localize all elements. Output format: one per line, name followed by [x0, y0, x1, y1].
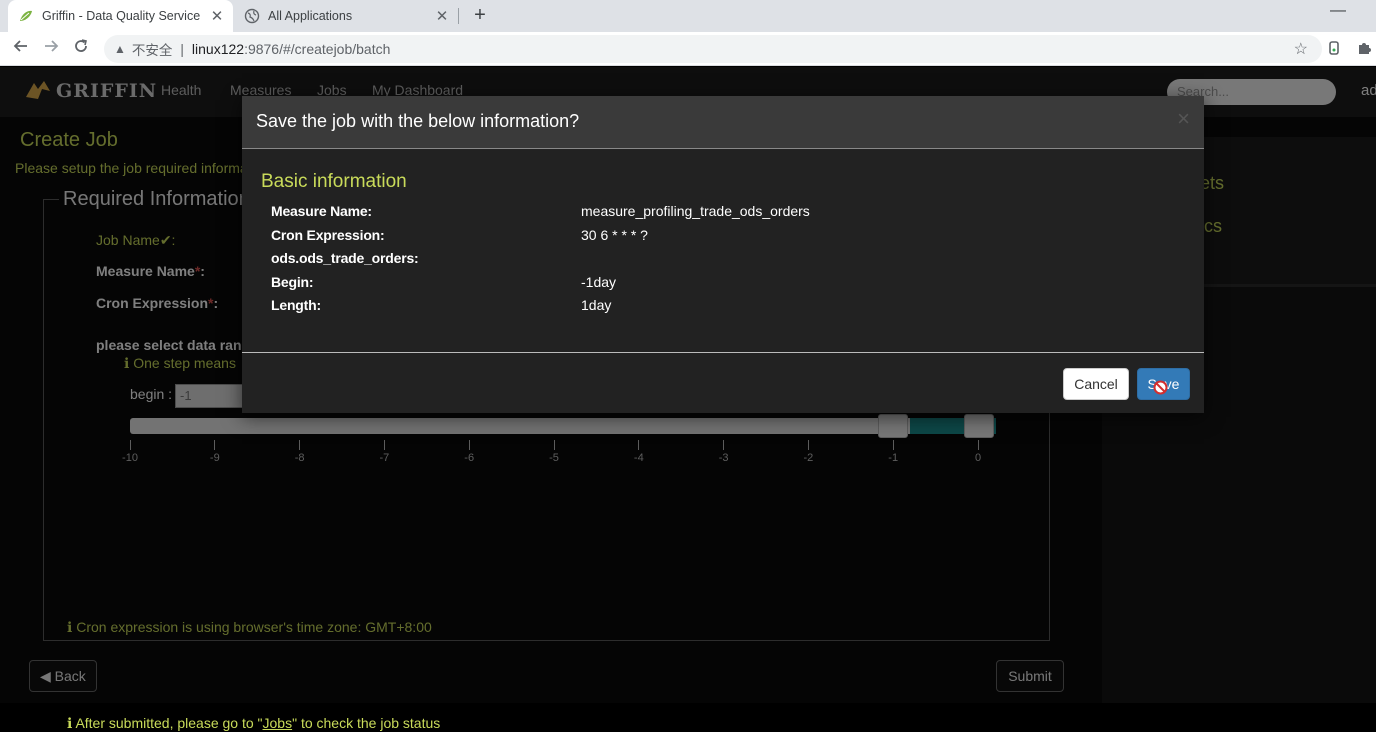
reload-icon[interactable]	[70, 38, 92, 60]
address-bar[interactable]: ▲ 不安全 | linux122 :9876/#/createjob/batch…	[104, 35, 1322, 63]
warning-icon[interactable]: ▲	[114, 42, 126, 56]
info-icon: ℹ	[67, 715, 76, 731]
url-host: linux122	[191, 41, 245, 57]
info-value: measure_profiling_trade_ods_orders	[581, 203, 810, 219]
cancel-button[interactable]: Cancel	[1063, 368, 1129, 400]
extension-icon[interactable]	[1326, 40, 1342, 60]
submit-hint-suffix: " to check the job status	[292, 715, 441, 731]
info-value: -1day	[581, 274, 617, 290]
insecure-label: 不安全	[131, 43, 173, 58]
modal-body: Basic information Measure Name: measure_…	[242, 150, 1204, 352]
tab-title: All Applications	[268, 9, 353, 23]
basic-info-heading: Basic information	[261, 171, 407, 192]
info-row-begin: Begin: -1day	[271, 274, 1171, 294]
close-icon[interactable]: ×	[1177, 108, 1190, 130]
info-value: 30 6 * * * ?	[581, 227, 648, 243]
modal-header: Save the job with the below information?…	[242, 96, 1204, 149]
save-job-modal: Save the job with the below information?…	[242, 96, 1204, 413]
modal-title: Save the job with the below information?	[256, 111, 580, 131]
back-arrow-icon[interactable]	[10, 38, 32, 60]
submit-hint: ℹ After submitted, please go to "Jobs" t…	[67, 715, 440, 732]
close-tab-icon[interactable]: ✕	[207, 7, 227, 25]
info-value: 1day	[581, 297, 612, 313]
info-row-cron: Cron Expression: 30 6 * * * ?	[271, 227, 1171, 247]
browser-toolbar: ▲ 不安全 | linux122 :9876/#/createjob/batch…	[0, 32, 1376, 66]
griffin-favicon	[20, 10, 32, 21]
info-key: ods.ods_trade_orders:	[271, 250, 419, 266]
modal-footer: Cancel Save	[242, 352, 1204, 413]
puzzle-icon[interactable]	[1356, 40, 1372, 60]
address-separator: |	[180, 41, 184, 57]
tab-griffin[interactable]: Griffin - Data Quality Service ✕	[8, 0, 233, 32]
not-allowed-cursor-icon	[1153, 380, 1168, 395]
jobs-link[interactable]: Jobs	[263, 715, 293, 731]
info-key: Length:	[271, 297, 321, 313]
new-tab-button[interactable]: +	[470, 4, 490, 26]
star-icon[interactable]: ☆	[1294, 39, 1308, 59]
browser-tabstrip: Griffin - Data Quality Service ✕ All App…	[0, 0, 1376, 32]
tab-separator	[458, 8, 459, 24]
info-row-length: Length: 1day	[271, 297, 1171, 317]
info-row-source: ods.ods_trade_orders:	[271, 250, 1171, 270]
info-key: Measure Name:	[271, 203, 372, 219]
tab-title: Griffin - Data Quality Service	[42, 9, 201, 23]
url-path: :9876/#/createjob/batch	[244, 41, 391, 57]
globe-favicon	[244, 8, 260, 24]
info-row-measure-name: Measure Name: measure_profiling_trade_od…	[271, 203, 1171, 223]
info-key: Cron Expression:	[271, 227, 385, 243]
close-tab-icon[interactable]: ✕	[432, 7, 452, 25]
tab-all-applications[interactable]: All Applications ✕	[236, 0, 458, 32]
info-key: Begin:	[271, 274, 314, 290]
forward-arrow-icon[interactable]	[40, 38, 62, 60]
submit-hint-prefix: After submitted, please go to "	[75, 715, 263, 731]
minimize-window-button[interactable]: —	[1330, 2, 1346, 20]
